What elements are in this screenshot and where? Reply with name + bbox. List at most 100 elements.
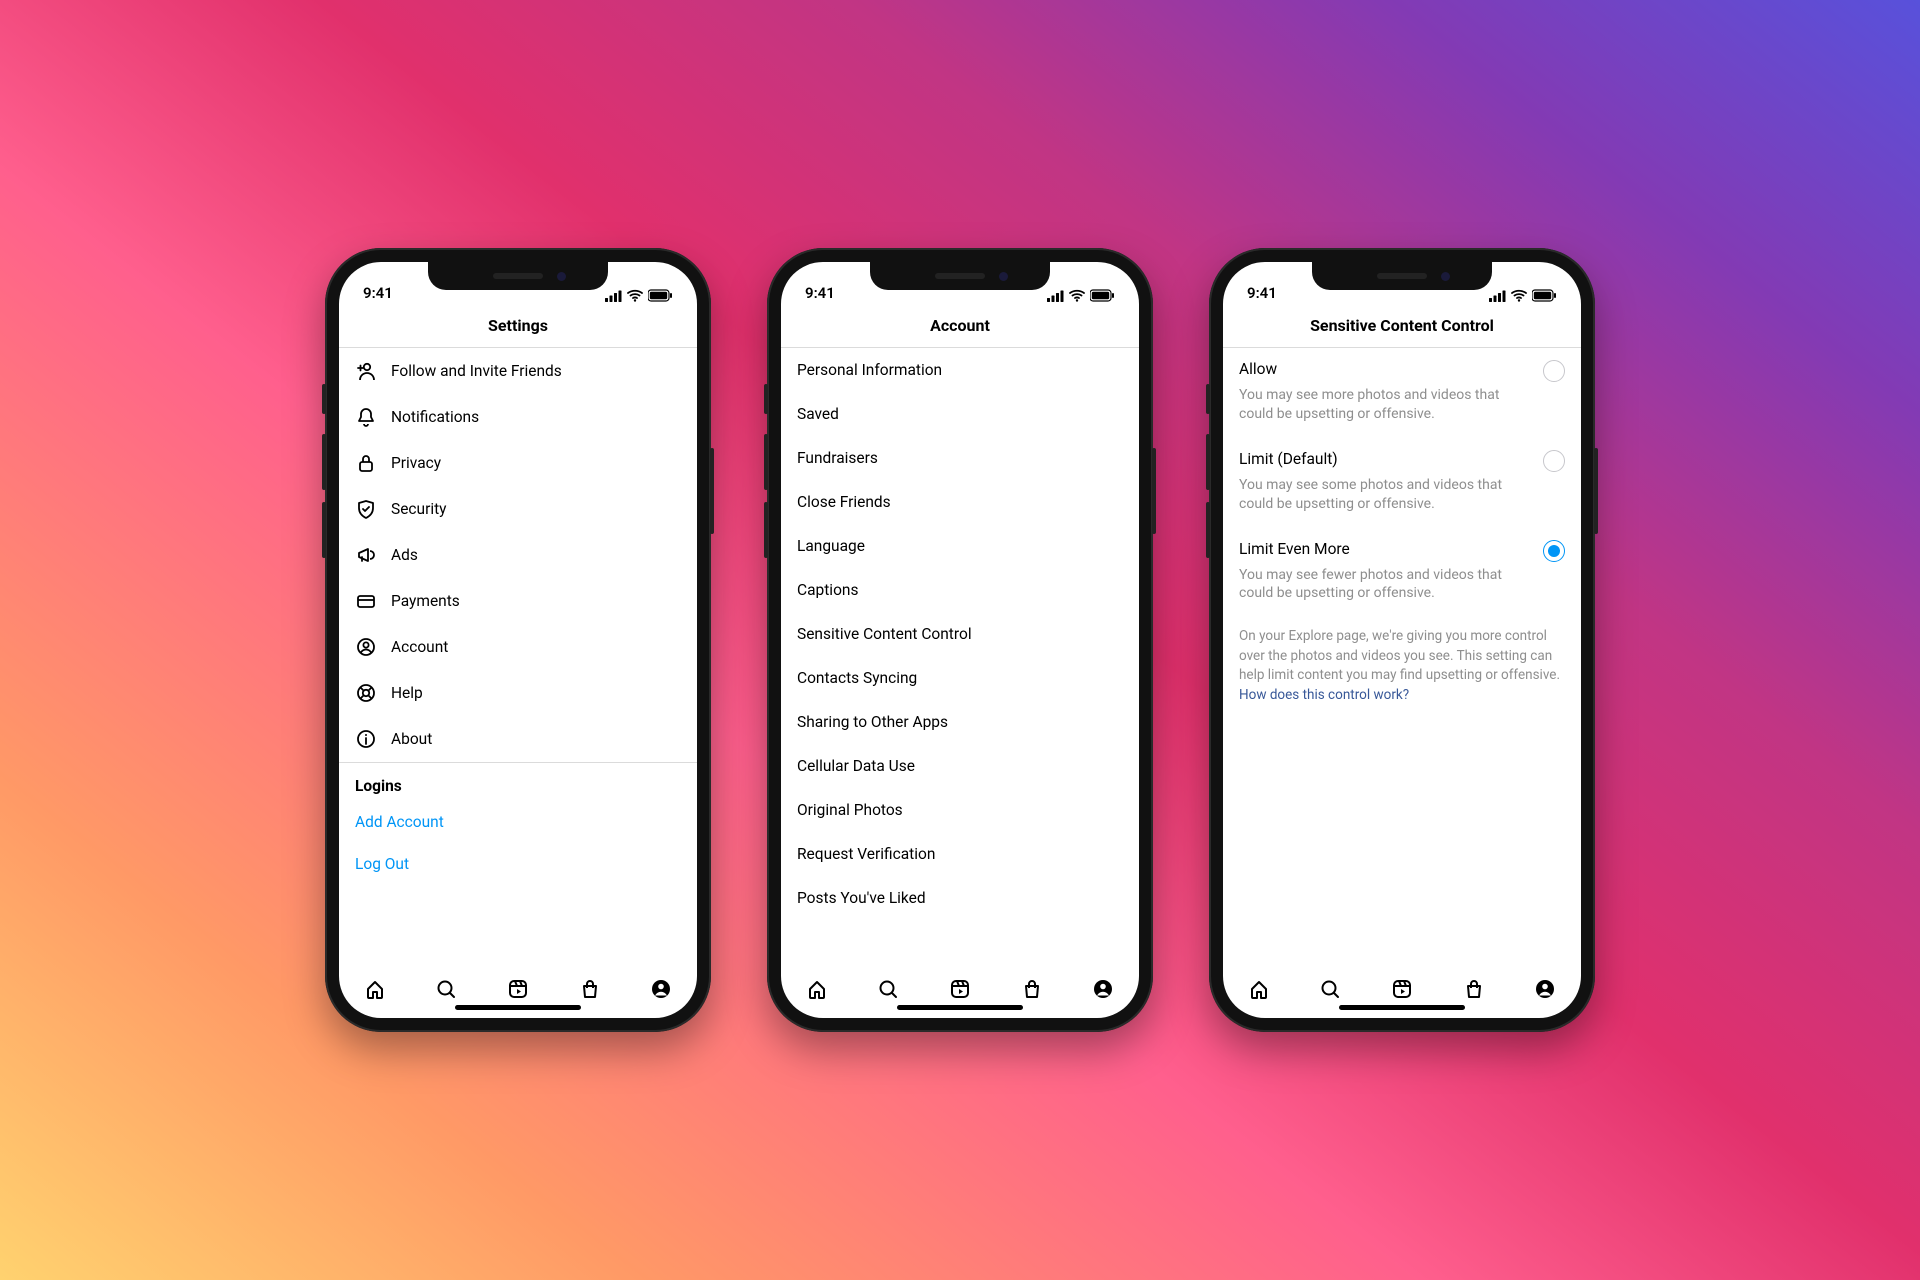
tab-search[interactable]	[875, 976, 901, 1002]
row-label: Privacy	[391, 454, 651, 472]
option-desc: You may see more photos and videos that …	[1239, 386, 1565, 424]
tab-reels[interactable]	[505, 976, 531, 1002]
radio-button[interactable]	[1543, 360, 1565, 382]
signal-icon	[605, 290, 622, 302]
wifi-icon	[1069, 289, 1085, 302]
tab-profile[interactable]	[1532, 976, 1558, 1002]
account-row[interactable]: Fundraisers	[781, 436, 1139, 480]
chevron-right-icon	[1107, 712, 1123, 732]
megaphone-icon	[355, 544, 377, 566]
account-row[interactable]: Personal Information	[781, 348, 1139, 392]
chevron-right-icon	[1107, 668, 1123, 688]
settings-row[interactable]: Ads	[339, 532, 697, 578]
option-title: Limit Even More	[1239, 540, 1529, 558]
account-row[interactable]: Sensitive Content Control	[781, 612, 1139, 656]
chevron-right-icon	[1107, 536, 1123, 556]
settings-list: Follow and Invite Friends Notifications …	[339, 348, 697, 964]
add-account-link[interactable]: Add Account	[339, 801, 697, 843]
settings-row[interactable]: Account	[339, 624, 697, 670]
home-indicator[interactable]	[455, 1005, 581, 1010]
row-label: Saved	[797, 405, 1093, 423]
chevron-right-icon	[1107, 624, 1123, 644]
explain-text: On your Explore page, we're giving you m…	[1223, 617, 1581, 715]
account-row[interactable]: Saved	[781, 392, 1139, 436]
notch	[870, 262, 1050, 290]
option-desc: You may see fewer photos and videos that…	[1239, 566, 1565, 604]
radio-button[interactable]	[1543, 540, 1565, 562]
settings-row[interactable]: Security	[339, 486, 697, 532]
tab-reels[interactable]	[947, 976, 973, 1002]
notch	[428, 262, 608, 290]
sensitivity-option[interactable]: Limit Even More You may see fewer photos…	[1223, 528, 1581, 618]
row-label: Account	[391, 638, 651, 656]
chevron-right-icon	[1107, 888, 1123, 908]
tab-shop[interactable]	[1019, 976, 1045, 1002]
home-indicator[interactable]	[897, 1005, 1023, 1010]
nav-header: Sensitive Content Control	[1223, 304, 1581, 348]
tab-shop[interactable]	[1461, 976, 1487, 1002]
nav-header: Account	[781, 304, 1139, 348]
nav-header: Settings	[339, 304, 697, 348]
row-label: Sensitive Content Control	[797, 625, 1093, 643]
settings-row[interactable]: Follow and Invite Friends	[339, 348, 697, 394]
bell-icon	[355, 406, 377, 428]
page-title: Account	[930, 316, 990, 335]
radio-button[interactable]	[1543, 450, 1565, 472]
tab-home[interactable]	[804, 976, 830, 1002]
tab-shop[interactable]	[577, 976, 603, 1002]
row-label: Posts You've Liked	[797, 889, 1093, 907]
chevron-right-icon	[1107, 800, 1123, 820]
account-row[interactable]: Sharing to Other Apps	[781, 700, 1139, 744]
settings-row[interactable]: Privacy	[339, 440, 697, 486]
account-row[interactable]: Close Friends	[781, 480, 1139, 524]
chevron-right-icon	[1107, 844, 1123, 864]
tab-profile[interactable]	[1090, 976, 1116, 1002]
how-does-this-work-link[interactable]: How does this control work?	[1239, 687, 1409, 703]
settings-row[interactable]: Notifications	[339, 394, 697, 440]
home-indicator[interactable]	[1339, 1005, 1465, 1010]
chevron-right-icon	[665, 591, 681, 611]
chevron-right-icon	[665, 407, 681, 427]
tab-search[interactable]	[1317, 976, 1343, 1002]
tab-home[interactable]	[362, 976, 388, 1002]
row-label: Cellular Data Use	[797, 757, 1093, 775]
tab-profile[interactable]	[648, 976, 674, 1002]
sensitive-options: Allow You may see more photos and videos…	[1223, 348, 1581, 964]
account-row[interactable]: Cellular Data Use	[781, 744, 1139, 788]
chevron-right-icon	[665, 453, 681, 473]
option-desc: You may see some photos and videos that …	[1239, 476, 1565, 514]
chevron-right-icon	[1107, 404, 1123, 424]
tab-home[interactable]	[1246, 976, 1272, 1002]
tab-reels[interactable]	[1389, 976, 1415, 1002]
phone-account: 9:41 Account Personal Information Saved …	[767, 248, 1153, 1032]
account-row[interactable]: Contacts Syncing	[781, 656, 1139, 700]
signal-icon	[1047, 290, 1064, 302]
account-row[interactable]: Captions	[781, 568, 1139, 612]
settings-row[interactable]: About	[339, 716, 697, 762]
chevron-right-icon	[1107, 580, 1123, 600]
back-button[interactable]	[791, 304, 823, 347]
chevron-right-icon	[665, 499, 681, 519]
row-label: Request Verification	[797, 845, 1093, 863]
sensitivity-option[interactable]: Limit (Default) You may see some photos …	[1223, 438, 1581, 528]
battery-icon	[1532, 289, 1557, 302]
sensitivity-option[interactable]: Allow You may see more photos and videos…	[1223, 348, 1581, 438]
row-label: Follow and Invite Friends	[391, 362, 651, 380]
logins-header: Logins	[339, 762, 697, 801]
row-label: Captions	[797, 581, 1093, 599]
back-button[interactable]	[1233, 304, 1265, 347]
shield-icon	[355, 498, 377, 520]
account-row[interactable]: Language	[781, 524, 1139, 568]
settings-row[interactable]: Payments	[339, 578, 697, 624]
account-row[interactable]: Posts You've Liked	[781, 876, 1139, 920]
chevron-right-icon	[665, 545, 681, 565]
lock-icon	[355, 452, 377, 474]
account-row[interactable]: Original Photos	[781, 788, 1139, 832]
add-user-icon	[355, 360, 377, 382]
tab-search[interactable]	[433, 976, 459, 1002]
row-label: Security	[391, 500, 651, 518]
log-out-link[interactable]: Log Out	[339, 843, 697, 885]
account-row[interactable]: Request Verification	[781, 832, 1139, 876]
settings-row[interactable]: Help	[339, 670, 697, 716]
back-button[interactable]	[349, 304, 381, 347]
